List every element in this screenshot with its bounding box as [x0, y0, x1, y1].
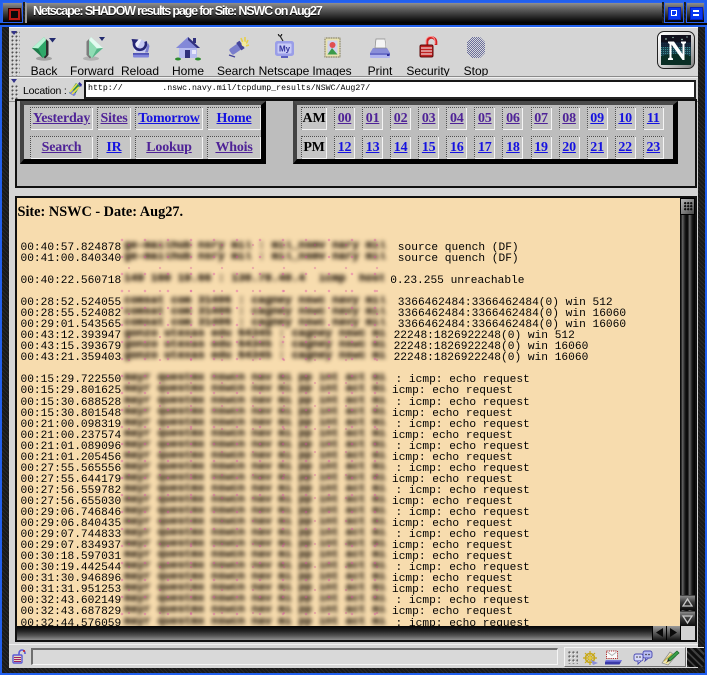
svg-text:My: My	[279, 45, 291, 54]
